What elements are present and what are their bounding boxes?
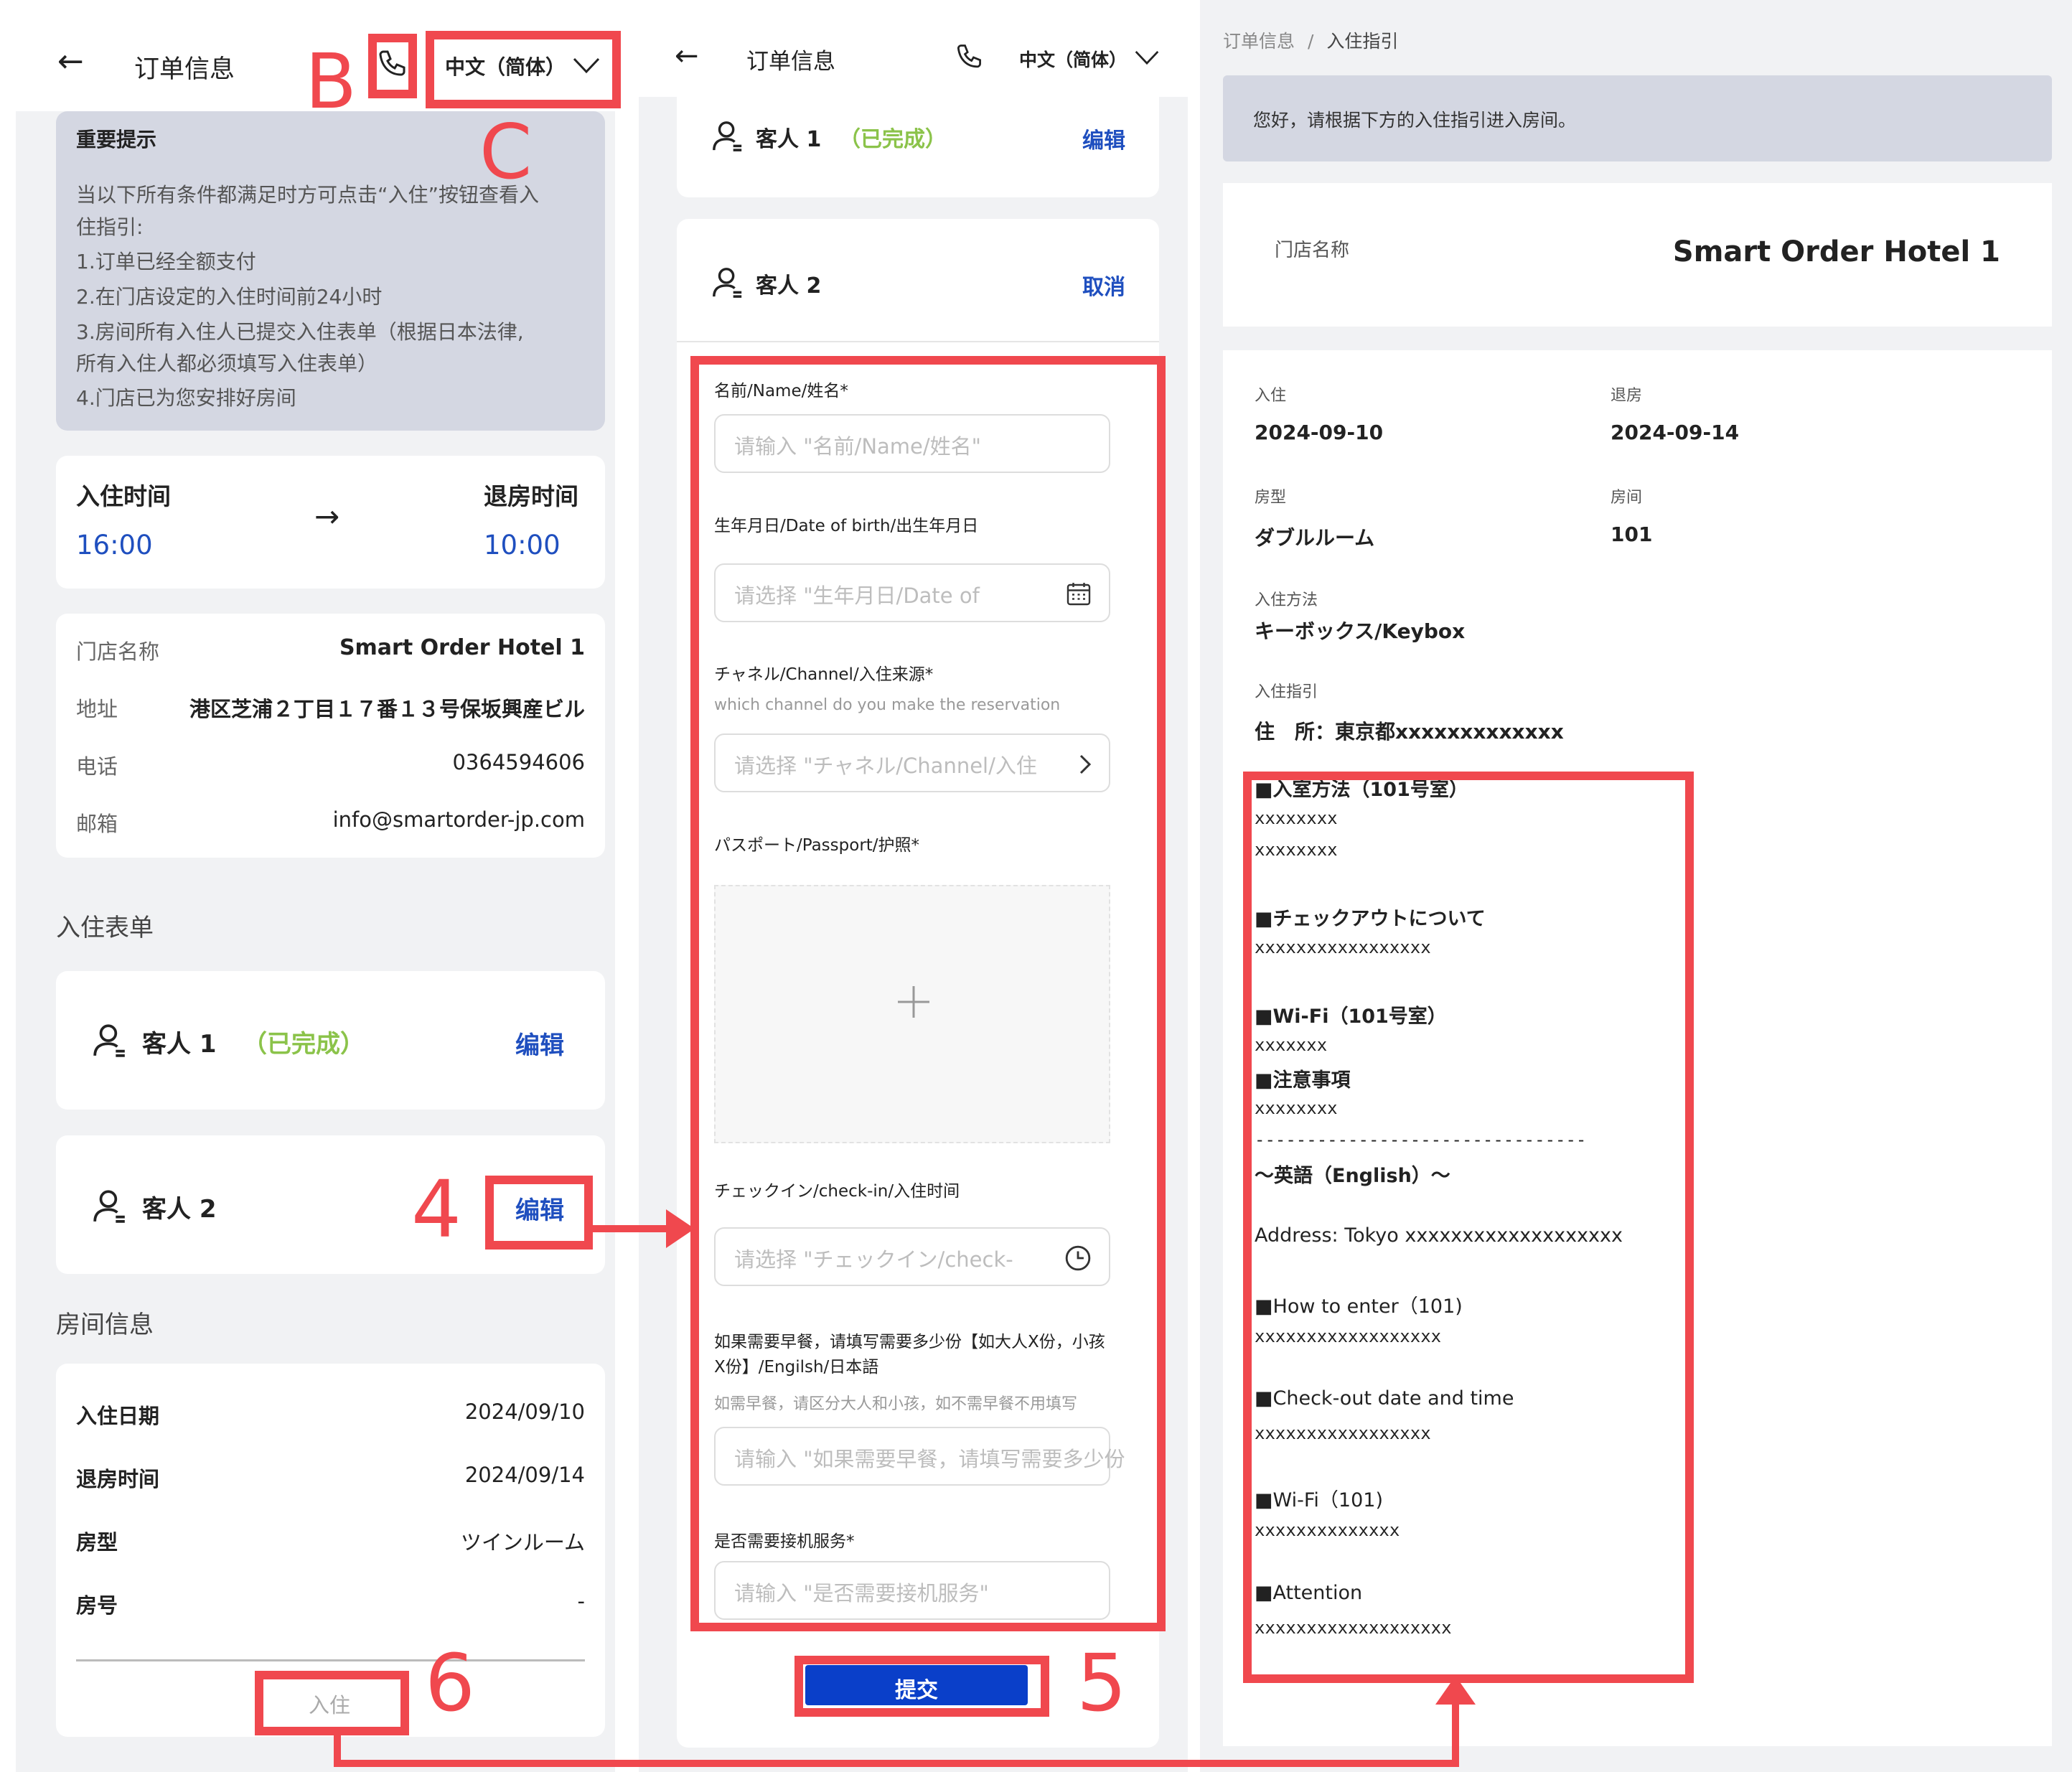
page-title: 订单信息 (134, 55, 235, 84)
annotation-box-edit (485, 1176, 593, 1250)
guest1-edit-button[interactable]: 编辑 (515, 1026, 564, 1061)
divider (76, 1659, 585, 1661)
notice-line: 4.门店已为您安排好房间 (76, 386, 296, 410)
annotation-label-5: 5 (1077, 1637, 1127, 1729)
guest1-card: 客人 1 （已完成） 编辑 (677, 97, 1159, 197)
email-value[interactable]: info@smartorder-jp.com (333, 807, 585, 832)
notice-line: 3.房间所有入住人已提交入住表单（根据日本法律, (76, 320, 524, 344)
address-label: 地址 (76, 697, 118, 721)
annotation-label-6: 6 (425, 1637, 475, 1729)
annotation-box-submit (794, 1656, 1049, 1717)
hotel-name-card: 门店名称 Smart Order Hotel 1 (1223, 183, 2052, 327)
room-type-label: 房型 (1255, 489, 1287, 507)
annotation-label-c: C (479, 108, 533, 196)
checkin-date-label: 入住日期 (76, 1404, 160, 1428)
room-label: 房间 (1611, 489, 1643, 507)
guest2-label: 客人 2 (756, 273, 822, 299)
guest1-status: （已完成） (839, 127, 947, 152)
room-info-title: 房间信息 (56, 1311, 154, 1339)
checkin-method-label: 入住方法 (1255, 591, 1318, 609)
breadcrumb: 订单信息 / 入住指引 (1223, 27, 1398, 53)
guide-label: 入住指引 (1255, 683, 1318, 701)
checkout-label: 退房 (1611, 387, 1643, 405)
checkout-time-label: 退房时间 (484, 482, 578, 510)
room-type-value: ツインルーム (460, 1530, 585, 1555)
phone-value[interactable]: 0364594606 (452, 750, 585, 774)
phone-icon[interactable] (953, 42, 985, 73)
checkout-value: 2024-09-14 (1611, 421, 1740, 444)
checkin-time-label: 入住时间 (76, 482, 171, 510)
guest1-label: 客人 1 (142, 1030, 217, 1059)
header-bar: ← 订单信息 中文（简体） (639, 0, 1188, 97)
annotation-box-guide (1243, 772, 1694, 1683)
breadcrumb-current: 入住指引 (1326, 31, 1399, 52)
guest1-status: （已完成） (243, 1030, 365, 1059)
page-title: 订单信息 (746, 49, 835, 75)
hotel-name-value: Smart Order Hotel 1 (339, 635, 585, 660)
divider (677, 341, 1159, 342)
notice-title: 重要提示 (76, 128, 157, 151)
annotation-arrow-line (593, 1225, 678, 1232)
user-icon (713, 268, 742, 298)
guest2-cancel-button[interactable]: 取消 (1082, 269, 1125, 301)
room-type-label: 房型 (76, 1530, 118, 1555)
guest1-card: 客人 1 （已完成） 编辑 (56, 971, 605, 1110)
checkout-date-label: 退房时间 (76, 1467, 160, 1491)
phone-label: 电话 (76, 754, 118, 779)
checkin-method-value: キーボックス/Keybox (1255, 619, 1466, 643)
back-arrow-icon[interactable]: ← (57, 43, 84, 80)
room-number-value: - (577, 1589, 585, 1613)
guest2-label: 客人 2 (142, 1195, 217, 1224)
order-info-panel: ← 订单信息 中文（简体） 重要提示 当以下所有条件都满足时方可点击“入住”按钮… (16, 0, 615, 1772)
arrow-right-icon: → (314, 499, 340, 534)
checkout-date-value: 2024/09/14 (464, 1463, 585, 1487)
language-selector[interactable]: 中文（简体） (1019, 46, 1127, 72)
guest1-label: 客人 1 (756, 127, 822, 152)
notice-line: 当以下所有条件都满足时方可点击“入住”按钮查看入 (76, 183, 540, 207)
notice-line: 住指引: (76, 215, 144, 239)
annotation-box-form (690, 356, 1166, 1631)
greeting-banner: 您好，请根据下方的入住指引进入房间。 (1223, 75, 2052, 161)
annotation-connector (334, 1760, 1459, 1767)
greeting-text: 您好，请根据下方的入住指引进入房间。 (1253, 110, 1577, 131)
breadcrumb-separator: / (1307, 31, 1314, 52)
hotel-name-label: 门店名称 (1275, 240, 1350, 261)
times-card: 入住时间 16:00 → 退房时间 10:00 (56, 456, 605, 589)
guide-address: 住 所：東京都xxxxxxxxxxxxx (1255, 720, 1564, 744)
checkin-time-value: 16:00 (76, 530, 153, 561)
room-value: 101 (1611, 522, 1653, 546)
checkout-time-value: 10:00 (484, 530, 561, 561)
back-arrow-icon[interactable]: ← (675, 39, 699, 72)
room-type-value: ダブルルーム (1255, 526, 1375, 550)
checkin-value: 2024-09-10 (1255, 421, 1384, 444)
annotation-box-language (426, 31, 621, 108)
address-value: 港区芝浦２丁目１７番１３号保坂興産ビル (189, 697, 585, 721)
user-icon (93, 1190, 125, 1223)
notice-line: 1.订单已经全额支付 (76, 250, 256, 273)
annotation-connector (1452, 1697, 1459, 1767)
annotation-label-b: B (305, 38, 357, 126)
hotel-name-label: 门店名称 (76, 639, 160, 664)
checkin-label: 入住 (1255, 387, 1287, 405)
breadcrumb-home[interactable]: 订单信息 (1223, 31, 1295, 52)
user-icon (713, 121, 742, 151)
checkin-form-title: 入住表单 (56, 914, 154, 942)
notice-line: 2.在门店设定的入住时间前24小时 (76, 285, 383, 309)
annotation-box-phone (368, 34, 417, 98)
room-number-label: 房号 (76, 1593, 118, 1618)
guest1-edit-button[interactable]: 编辑 (1082, 123, 1125, 154)
user-icon (93, 1024, 125, 1057)
notice-line: 所有入住人都必须填写入住表单） (76, 352, 378, 375)
hotel-card: 门店名称 Smart Order Hotel 1 地址 港区芝浦２丁目１７番１３… (56, 614, 605, 858)
hotel-name-value: Smart Order Hotel 1 (1672, 235, 2000, 268)
checkin-date-value: 2024/09/10 (464, 1400, 585, 1424)
annotation-label-4: 4 (411, 1163, 461, 1255)
chevron-down-icon[interactable] (1134, 49, 1160, 66)
email-label: 邮箱 (76, 812, 118, 836)
annotation-box-checkin (255, 1671, 409, 1735)
